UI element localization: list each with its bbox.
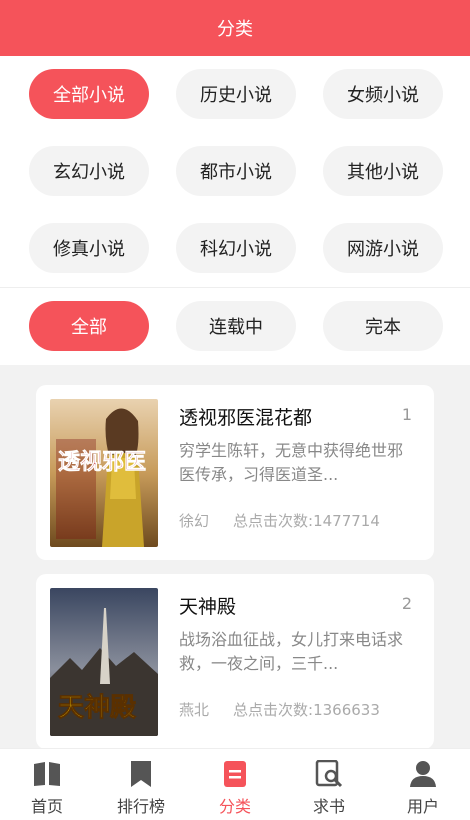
category-chip-history[interactable]: 历史小说 — [176, 69, 296, 119]
search-book-icon — [314, 759, 344, 789]
status-filter: 全部 连载中 完本 — [0, 288, 470, 365]
category-chip-all[interactable]: 全部小说 — [29, 69, 149, 119]
book-clicks: 总点击次数:1477714 — [233, 512, 380, 530]
tab-label: 分类 — [218, 797, 251, 816]
book-card[interactable]: 透视邪医 透视邪医混花都 1 穷学生陈轩，无意中获得绝世邪医传承，习得医道圣..… — [36, 385, 434, 560]
tab-request-book[interactable]: 求书 — [282, 749, 376, 820]
book-title[interactable]: 透视邪医混花都 — [179, 403, 312, 430]
status-chip-completed[interactable]: 完本 — [323, 301, 443, 351]
category-chip-female[interactable]: 女频小说 — [323, 69, 443, 119]
book-description: 战场浴血征战，女儿打来电话求救，一夜之间，三千... — [179, 630, 404, 673]
page-title: 分类 — [217, 19, 253, 40]
category-chip-scifi[interactable]: 科幻小说 — [176, 223, 296, 273]
book-list: 透视邪医 透视邪医混花都 1 穷学生陈轩，无意中获得绝世邪医传承，习得医道圣..… — [0, 365, 470, 749]
tab-label: 用户 — [406, 797, 439, 816]
category-chip-urban[interactable]: 都市小说 — [176, 146, 296, 196]
category-icon — [220, 759, 250, 789]
tab-label: 首页 — [30, 797, 63, 816]
bookmark-icon — [126, 759, 156, 789]
book-card[interactable]: 天神殿 天神殿 2 战场浴血征战，女儿打来电话求救，一夜之间，三千... 燕北 … — [36, 574, 434, 749]
category-chip-cultivation[interactable]: 修真小说 — [29, 223, 149, 273]
book-open-icon — [32, 759, 62, 789]
book-meta: 燕北 总点击次数:1366633 — [179, 699, 380, 720]
book-cover[interactable]: 天神殿 — [50, 588, 158, 736]
book-meta: 徐幻 总点击次数:1477714 — [179, 510, 380, 531]
book-rank: 2 — [401, 594, 412, 613]
bottom-tab-bar: 首页 排行榜 分类 求书 用户 — [0, 748, 470, 820]
cover-title-text: 天神殿 — [58, 693, 136, 723]
category-chip-other[interactable]: 其他小说 — [323, 146, 443, 196]
status-chip-all[interactable]: 全部 — [29, 301, 149, 351]
filter-area: 全部小说 历史小说 女频小说 玄幻小说 都市小说 其他小说 修真小说 科幻小说 … — [0, 56, 470, 365]
tab-ranking[interactable]: 排行榜 — [94, 749, 188, 820]
book-rank: 1 — [401, 405, 412, 424]
tab-label: 排行榜 — [116, 797, 165, 816]
category-chip-fantasy[interactable]: 玄幻小说 — [29, 146, 149, 196]
book-cover[interactable]: 透视邪医 — [50, 399, 158, 547]
book-category: 燕北 — [179, 701, 210, 719]
category-chip-game[interactable]: 网游小说 — [323, 223, 443, 273]
user-icon — [408, 759, 438, 789]
status-chip-ongoing[interactable]: 连载中 — [176, 301, 296, 351]
app-header: 分类 — [0, 0, 470, 56]
book-category: 徐幻 — [179, 512, 210, 530]
tab-label: 求书 — [312, 797, 345, 816]
book-clicks: 总点击次数:1366633 — [233, 701, 380, 719]
category-filter: 全部小说 历史小说 女频小说 玄幻小说 都市小说 其他小说 修真小说 科幻小说 … — [0, 56, 470, 287]
tab-user[interactable]: 用户 — [376, 749, 470, 820]
tab-home[interactable]: 首页 — [0, 749, 94, 820]
book-title[interactable]: 天神殿 — [179, 592, 236, 619]
tab-category[interactable]: 分类 — [188, 749, 282, 820]
book-description: 穷学生陈轩，无意中获得绝世邪医传承，习得医道圣... — [179, 441, 404, 484]
cover-title-text: 透视邪医 — [58, 449, 146, 475]
